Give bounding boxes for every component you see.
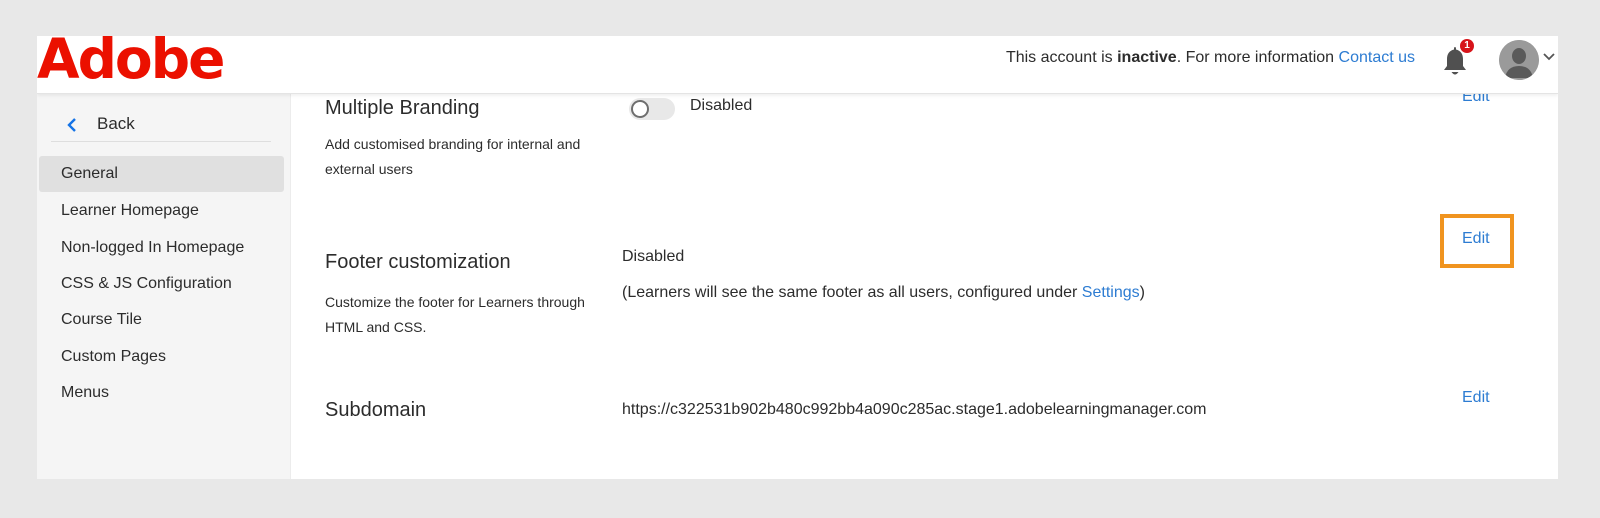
sidebar-item-learner-homepage[interactable]: Learner Homepage: [39, 193, 284, 229]
footer-customization-title: Footer customization: [325, 251, 511, 273]
account-msg-suffix: . For more information: [1176, 49, 1339, 66]
contact-us-link[interactable]: Contact us: [1339, 49, 1415, 66]
back-button[interactable]: Back: [51, 112, 271, 142]
account-status-message: This account is inactive. For more infor…: [1006, 49, 1415, 67]
footer-note-prefix: (Learners will see the same footer as al…: [622, 284, 1082, 301]
adobe-logo[interactable]: Adobe: [37, 36, 225, 87]
account-msg-status: inactive: [1117, 49, 1177, 66]
sidebar-item-css-js-configuration[interactable]: CSS & JS Configuration: [39, 266, 284, 302]
multiple-branding-title: Multiple Branding: [325, 97, 480, 119]
subdomain-title: Subdomain: [325, 399, 427, 421]
multiple-branding-description: Add customised branding for internal and…: [325, 136, 581, 177]
sidebar-item-course-tile[interactable]: Course Tile: [39, 302, 284, 338]
sidebar-item-menus[interactable]: Menus: [39, 375, 284, 411]
footer-status: Disabled: [622, 248, 685, 265]
subdomain-edit-link[interactable]: Edit: [1462, 389, 1490, 407]
sidebar: Back General Learner Homepage Non-logged…: [37, 94, 291, 479]
back-label: Back: [97, 114, 135, 133]
notification-badge: 1: [1460, 39, 1474, 53]
chevron-down-icon[interactable]: [1542, 50, 1556, 64]
app-window: Adobe This account is inactive. For more…: [37, 36, 1558, 479]
subdomain-value: https://c322531b902b480c992bb4a090c285ac…: [622, 401, 1207, 418]
footer-note: (Learners will see the same footer as al…: [622, 284, 1145, 302]
top-header: Adobe This account is inactive. For more…: [37, 36, 1558, 94]
account-msg-prefix: This account is: [1005, 49, 1118, 66]
settings-link[interactable]: Settings: [1082, 284, 1140, 301]
multiple-branding-state: Disabled: [690, 97, 753, 114]
chevron-left-icon: [67, 118, 76, 132]
toggle-knob: [631, 100, 649, 118]
footer-note-suffix: ): [1139, 284, 1145, 301]
footer-customization-description: Customize the footer for Learners throug…: [325, 294, 585, 335]
sidebar-item-general[interactable]: General: [39, 156, 284, 192]
settings-content: Multiple Branding Add customised brandin…: [291, 88, 1558, 479]
sidebar-item-non-logged-in-homepage[interactable]: Non-logged In Homepage: [39, 230, 284, 266]
footer-edit-link[interactable]: Edit: [1462, 230, 1490, 248]
multiple-branding-toggle[interactable]: [629, 98, 675, 120]
sidebar-item-custom-pages[interactable]: Custom Pages: [39, 339, 284, 375]
user-avatar-icon[interactable]: [1499, 40, 1539, 80]
